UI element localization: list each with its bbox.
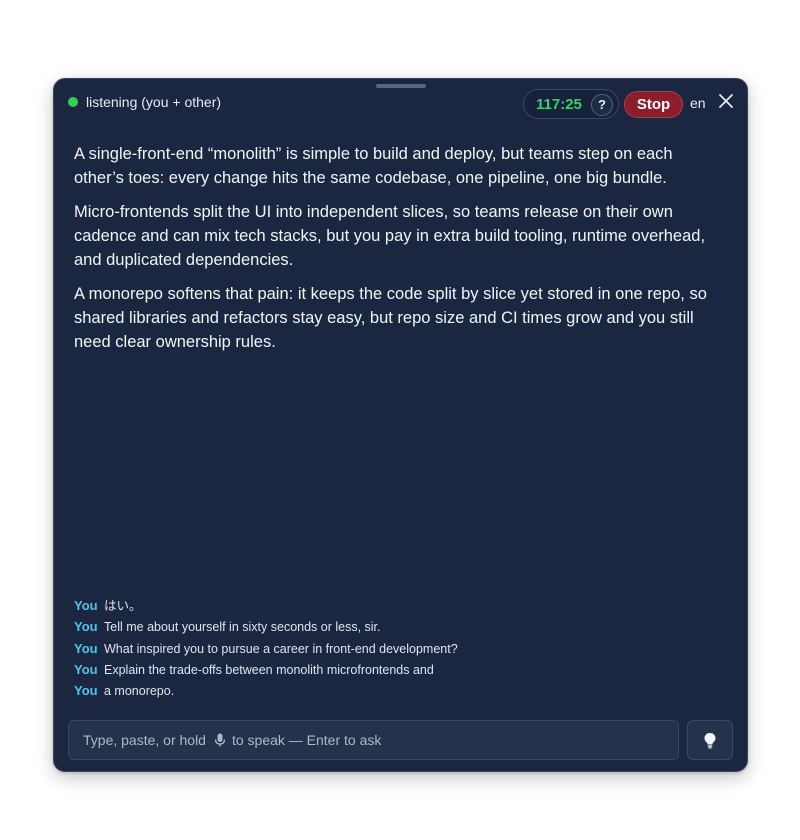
language-selector[interactable]: en <box>690 95 706 111</box>
transcript-list: You はい。 You Tell me about yourself in sixt… <box>74 595 714 701</box>
input-placeholder: Type, paste, or hold to speak — Enter to … <box>83 732 381 748</box>
speaker-label: You <box>74 661 98 677</box>
ask-input[interactable]: Type, paste, or hold to speak — Enter to … <box>68 720 679 760</box>
placeholder-text-start: Type, paste, or hold <box>83 732 206 748</box>
utterance-text: Explain the trade-offs between monolith … <box>104 662 434 677</box>
lightbulb-icon <box>704 733 716 749</box>
close-icon[interactable] <box>718 93 734 109</box>
utterance-text: a monorepo. <box>104 684 175 699</box>
header-bar: listening (you + other) 117:25 ? Stop en <box>54 79 747 125</box>
placeholder-text-end: to speak — Enter to ask <box>231 732 382 748</box>
listening-status-label: listening (you + other) <box>86 94 222 110</box>
answer-paragraph: A single-front-end “monolith” is simple … <box>74 145 673 187</box>
hint-button[interactable] <box>687 720 733 760</box>
utterance-text: はい。 <box>104 599 142 613</box>
transcript-line: You What inspired you to pursue a career … <box>74 638 714 659</box>
help-button[interactable]: ? <box>591 94 613 116</box>
answer-paragraph: Micro-frontends split the UI into indepe… <box>74 203 706 269</box>
answer-paragraph: A monorepo softens that pain: it keeps t… <box>74 285 707 351</box>
utterance-text: Tell me about yourself in sixty seconds … <box>104 620 381 635</box>
transcript-line: You はい。 <box>74 595 714 616</box>
microphone-icon[interactable] <box>214 733 226 747</box>
speaker-label: You <box>74 640 98 656</box>
speaker-label: You <box>74 598 98 613</box>
timer-pill: 117:25 ? <box>523 89 619 119</box>
speaker-label: You <box>74 619 98 635</box>
assistant-window: listening (you + other) 117:25 ? Stop en… <box>53 78 748 772</box>
transcript-line: You a monorepo. <box>74 680 714 701</box>
speaker-label: You <box>74 683 98 699</box>
transcript-line: You Tell me about yourself in sixty secon… <box>74 616 714 637</box>
answer-panel: A single-front-end “monolith” is simple … <box>74 142 724 354</box>
utterance-text: What inspired you to pursue a career in … <box>104 641 458 656</box>
stop-button[interactable]: Stop <box>624 91 683 118</box>
listening-status-dot <box>68 97 78 107</box>
session-timer: 117:25 <box>536 96 582 113</box>
transcript-line: You Explain the trade-offs between monoli… <box>74 659 714 680</box>
